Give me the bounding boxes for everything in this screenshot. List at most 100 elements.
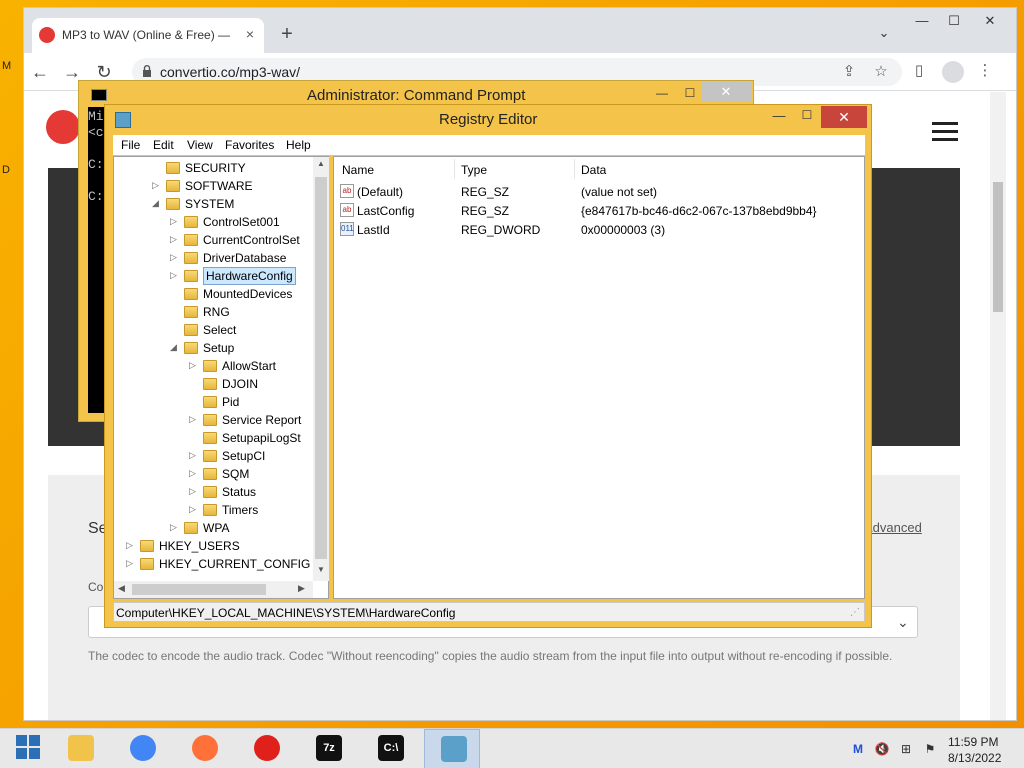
clock-date[interactable]: 8/13/2022: [948, 751, 1001, 765]
action-center-flag-icon[interactable]: ⚑: [922, 741, 938, 757]
column-header-type[interactable]: Type: [461, 163, 487, 177]
expand-arrow-icon[interactable]: ▷: [189, 450, 196, 461]
tree-scrollbar-thumb[interactable]: [315, 177, 327, 559]
tree-hscrollbar-thumb[interactable]: [132, 584, 266, 595]
taskbar-firefox-button[interactable]: [176, 729, 232, 768]
tree-node[interactable]: ▷ ControlSet001: [114, 213, 313, 231]
column-divider[interactable]: [574, 159, 575, 179]
expand-arrow-icon[interactable]: ▷: [170, 234, 177, 245]
collapse-arrow-icon[interactable]: ◢: [170, 342, 177, 353]
expand-arrow-icon[interactable]: ▷: [189, 504, 196, 515]
column-header-name[interactable]: Name: [342, 163, 374, 177]
expand-arrow-icon[interactable]: ▷: [170, 270, 177, 281]
tree-node[interactable]: ▷ AllowStart: [114, 357, 313, 375]
tree-node[interactable]: ▷ DriverDatabase: [114, 249, 313, 267]
malwarebytes-tray-icon[interactable]: M: [850, 741, 866, 757]
speaker-muted-icon[interactable]: 🔇: [874, 741, 890, 757]
tab-close-icon[interactable]: ×: [242, 26, 258, 44]
expand-arrow-icon[interactable]: ▷: [170, 522, 177, 533]
taskbar-registry-editor-button[interactable]: [424, 729, 480, 768]
back-arrow-icon[interactable]: ←: [28, 61, 52, 85]
convertio-logo-icon[interactable]: [46, 110, 80, 144]
expand-arrow-icon[interactable]: ▷: [189, 486, 196, 497]
column-header-data[interactable]: Data: [581, 163, 606, 177]
tree-node[interactable]: ▷ SQM: [114, 465, 313, 483]
menu-view[interactable]: View: [187, 138, 213, 152]
tree-node[interactable]: SECURITY: [114, 159, 313, 177]
tree-node[interactable]: RNG: [114, 303, 313, 321]
expand-arrow-icon[interactable]: ▷: [170, 252, 177, 263]
registry-value-row[interactable]: ab LastConfig REG_SZ {e847617b-bc46-d6c2-06…: [334, 201, 854, 220]
tree-node[interactable]: Select: [114, 321, 313, 339]
column-divider[interactable]: [454, 159, 455, 179]
browser-tab[interactable]: MP3 to WAV (Online & Free) — Co ×: [32, 18, 264, 53]
more-menu-icon[interactable]: ⋮: [976, 63, 994, 81]
tab-search-chevron-icon[interactable]: ⌄: [864, 22, 904, 46]
regedit-title-bar[interactable]: Registry Editor — ☐ ✕: [105, 105, 873, 133]
expand-arrow-icon[interactable]: ▷: [126, 540, 133, 551]
registry-values-list[interactable]: Name Type Data ab (Default) REG_SZ (value n…: [333, 156, 865, 599]
expand-arrow-icon[interactable]: ▷: [189, 468, 196, 479]
bookmark-star-icon[interactable]: ☆: [872, 64, 890, 82]
cmd-close-button[interactable]: ✕: [701, 82, 751, 102]
tree-node[interactable]: ◢ SYSTEM: [114, 195, 313, 213]
menu-file[interactable]: File: [121, 138, 140, 152]
taskbar-chrome-button[interactable]: [114, 729, 170, 768]
tree-node[interactable]: ▷ WPA: [114, 519, 313, 537]
share-icon[interactable]: ⇪: [840, 64, 858, 82]
regedit-minimize-button[interactable]: —: [765, 108, 793, 128]
new-tab-button[interactable]: +: [276, 23, 298, 47]
tree-node[interactable]: ▷ Status: [114, 483, 313, 501]
resize-grip-icon[interactable]: ⋰: [850, 607, 860, 618]
tree-horizontal-scrollbar[interactable]: ◀ ▶: [114, 581, 313, 598]
tree-node[interactable]: DJOIN: [114, 375, 313, 393]
taskbar-file-explorer-button[interactable]: [52, 729, 108, 768]
tree-node[interactable]: ▷ SOFTWARE: [114, 177, 313, 195]
menu-edit[interactable]: Edit: [153, 138, 174, 152]
network-icon[interactable]: ⊞: [898, 741, 914, 757]
regedit-maximize-button[interactable]: ☐: [793, 108, 821, 128]
cmd-minimize-button[interactable]: —: [647, 84, 677, 102]
regedit-close-button[interactable]: ✕: [821, 106, 867, 128]
tree-node[interactable]: ▷ HKEY_USERS: [114, 537, 313, 555]
expand-arrow-icon[interactable]: ▷: [126, 558, 133, 569]
scroll-right-arrow-icon[interactable]: ▶: [298, 583, 305, 594]
scroll-left-arrow-icon[interactable]: ◀: [118, 583, 125, 594]
taskbar-7zip-button[interactable]: 7z: [300, 729, 356, 768]
scroll-down-arrow-icon[interactable]: ▼: [317, 565, 325, 574]
taskbar-opera-button[interactable]: [238, 729, 294, 768]
tree-node[interactable]: Pid: [114, 393, 313, 411]
tree-node[interactable]: ◢ Setup: [114, 339, 313, 357]
side-panel-icon[interactable]: ▯: [910, 63, 928, 81]
menu-help[interactable]: Help: [286, 138, 311, 152]
expand-arrow-icon[interactable]: ▷: [189, 360, 196, 371]
maximize-button[interactable]: ☐: [934, 10, 974, 34]
advanced-link[interactable]: Advanced: [864, 520, 922, 535]
tree-node[interactable]: ▷ HardwareConfig: [114, 267, 313, 285]
tree-node[interactable]: SetupapiLogSt: [114, 429, 313, 447]
tree-node[interactable]: ▷ CurrentControlSet: [114, 231, 313, 249]
close-button[interactable]: ✕: [970, 10, 1010, 34]
clock-time[interactable]: 11:59 PM: [948, 735, 998, 749]
tree-vertical-scrollbar[interactable]: ▲ ▼: [313, 157, 329, 581]
menu-favorites[interactable]: Favorites: [225, 138, 274, 152]
expand-arrow-icon[interactable]: ▷: [189, 414, 196, 425]
hamburger-menu-icon[interactable]: [932, 122, 958, 142]
tree-node[interactable]: ▷ HKEY_CURRENT_CONFIG: [114, 555, 313, 573]
tree-node[interactable]: ▷ Timers: [114, 501, 313, 519]
registry-value-row[interactable]: ab (Default) REG_SZ (value not set): [334, 182, 854, 201]
taskbar-command-prompt-button[interactable]: C:\: [362, 729, 418, 768]
tree-node[interactable]: ▷ Service Report: [114, 411, 313, 429]
tree-node[interactable]: ▷ SetupCI: [114, 447, 313, 465]
start-button[interactable]: [0, 729, 56, 768]
collapse-arrow-icon[interactable]: ◢: [152, 198, 159, 209]
tree-node[interactable]: MountedDevices: [114, 285, 313, 303]
scroll-up-arrow-icon[interactable]: ▲: [317, 159, 325, 168]
expand-arrow-icon[interactable]: ▷: [170, 216, 177, 227]
profile-avatar-icon[interactable]: [942, 61, 964, 83]
expand-arrow-icon[interactable]: ▷: [152, 180, 159, 191]
page-scrollbar[interactable]: [990, 92, 1006, 720]
registry-value-row[interactable]: 011 LastId REG_DWORD 0x00000003 (3): [334, 220, 854, 239]
registry-key-tree[interactable]: SECURITY ▷ SOFTWARE ◢ SYSTEM ▷ ControlSet001 ▷ C…: [113, 156, 329, 599]
scrollbar-thumb[interactable]: [993, 182, 1003, 312]
